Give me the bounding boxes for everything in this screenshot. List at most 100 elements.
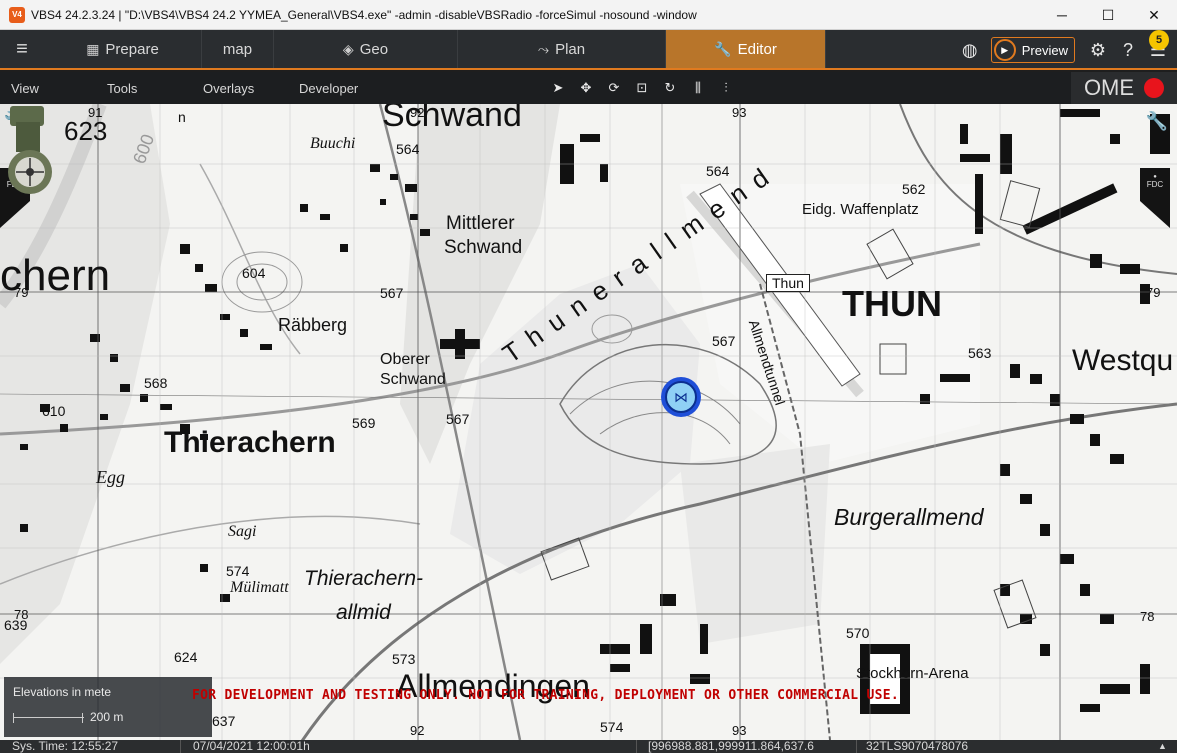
elevation-label: 562 <box>902 181 926 197</box>
ome-label: OME <box>1083 75 1135 100</box>
minimize-button[interactable]: ─ <box>1039 0 1085 30</box>
place-thun-airfield: Thun <box>766 274 810 292</box>
align-icon[interactable]: ⫼ <box>688 78 708 98</box>
right-panel-wrench-icon[interactable]: 🔧 <box>1142 106 1172 136</box>
grid-label-bottom-92: 92 <box>410 723 425 738</box>
place-mittlerer-line1: Mittlerer <box>446 213 515 234</box>
tab-plan-label: Plan <box>555 40 586 58</box>
select-cursor-icon[interactable]: ➤ <box>548 78 568 98</box>
elevation-legend-title: Elevations in mete <box>13 685 112 699</box>
place-buuchi: Buuchi <box>310 135 356 152</box>
rotate-icon[interactable]: ⟳ <box>604 78 624 98</box>
wrench-icon: 🔧 <box>714 40 732 57</box>
status-divider <box>180 740 181 753</box>
tab-editor-label: Editor <box>737 40 777 58</box>
place-schwand: Schwand <box>382 104 522 134</box>
place-burgerallmend: Burgerallmend <box>834 504 984 530</box>
tab-geo-label: Geo <box>359 40 389 58</box>
map-icon: ▦ <box>86 40 100 57</box>
resize-grip-icon[interactable]: ▲ <box>1158 740 1167 753</box>
record-indicator <box>1144 78 1165 98</box>
elevation-label: 564 <box>396 141 420 157</box>
elevation-label: 624 <box>174 649 198 665</box>
place-n: n <box>178 109 186 125</box>
place-stockhorn-arena: Stockhorn-Arena <box>856 665 969 682</box>
compass-icon[interactable] <box>0 104 64 200</box>
close-button[interactable]: ✕ <box>1131 0 1177 30</box>
tab-plan[interactable]: ⤳ Plan <box>458 30 666 68</box>
elevation-label: 563 <box>968 345 992 361</box>
mgrs-coordinates: 32TLS9070478076 <box>866 739 969 753</box>
place-allmid-line2: allmid <box>336 601 391 624</box>
elevation-label: 574 <box>600 719 624 735</box>
preview-label: Preview <box>1021 42 1068 58</box>
grid-label-top-93: 93 <box>732 105 747 120</box>
notification-badge: 5 <box>1149 30 1169 50</box>
unit-symbol-icon: ⋈ <box>665 381 697 413</box>
ome-panel[interactable]: OME <box>1071 72 1177 104</box>
status-divider <box>856 740 857 753</box>
status-bar: Sys. Time: 12:55:27 07/04/2021 12:00:01h… <box>0 740 1177 753</box>
window-title: VBS4 24.2.3.24 | "D:\VBS4\VBS4 24.2 YYME… <box>31 7 697 22</box>
preview-button[interactable]: ▶ Preview <box>990 37 1075 63</box>
app-icon: V4 <box>9 6 25 23</box>
rotate-z-icon[interactable]: ↻ <box>660 78 680 98</box>
elevation-label: 564 <box>706 163 730 179</box>
move-icon[interactable]: ✥ <box>576 78 596 98</box>
tab-editor[interactable]: 🔧 Editor <box>666 30 826 68</box>
elevation-label: 610 <box>42 403 66 419</box>
tab-geo[interactable]: ◈ Geo <box>274 30 458 68</box>
place-sagi: Sagi <box>228 523 257 540</box>
world-coordinates: [996988.881,999911.864,637.6 <box>648 739 814 753</box>
distribute-icon[interactable]: ⫶ <box>716 78 736 98</box>
gear-icon[interactable]: ⚙ <box>1083 40 1113 61</box>
elevation-legend-panel: Elevations in mete 200 m <box>4 677 212 737</box>
place-westqu: Westqu <box>1072 344 1174 377</box>
status-divider <box>636 740 637 753</box>
tab-map[interactable]: map <box>202 30 274 68</box>
plan-route-icon: ⤳ <box>537 40 550 57</box>
place-chern: chern <box>0 251 111 300</box>
place-thun: THUN <box>842 283 942 324</box>
tab-map-label: map <box>222 40 253 58</box>
editor-toolbar: View Tools Overlays Developer ➤ ✥ ⟳ ⊡ ↻ … <box>0 72 1177 104</box>
elevation-label: 637 <box>212 713 236 729</box>
elevation-label: 623 <box>64 116 108 146</box>
grid-label-right-78: 78 <box>1140 609 1155 624</box>
elevation-label: 567 <box>380 285 404 301</box>
dev-warning-text: FOR DEVELOPMENT AND TESTING ONLY. NOT FO… <box>192 688 900 703</box>
elevation-label: 568 <box>144 375 168 391</box>
place-rabberg: Räbberg <box>278 315 348 335</box>
tab-prepare[interactable]: ▦ Prepare <box>44 30 202 68</box>
main-nav: ≡ ▦ Prepare map ◈ Geo ⤳ Plan 🔧 Editor ◍ … <box>0 30 1177 70</box>
elevation-label: 567 <box>446 411 470 427</box>
window-titlebar: V4 VBS4 24.2.3.24 | "D:\VBS4\VBS4 24.2 Y… <box>0 0 1177 30</box>
sim-date: 07/04/2021 12:00:01h <box>193 739 310 753</box>
grid-label-bottom-93: 93 <box>732 723 747 738</box>
scale-value: 200 m <box>90 710 124 724</box>
menu-overlays[interactable]: Overlays <box>203 81 254 96</box>
map-view[interactable]: 91 92 93 79 78 79 78 92 93 Schwand chern… <box>0 104 1177 740</box>
hamburger-menu-icon[interactable]: ≡ <box>0 30 44 68</box>
place-oberer-line2: Schwand <box>380 371 446 388</box>
menu-developer[interactable]: Developer <box>299 81 358 96</box>
scale-icon[interactable]: ⊡ <box>632 78 652 98</box>
unit-marker[interactable]: ⋈ <box>661 377 701 417</box>
place-eidg-waffenplatz: Eidg. Waffenplatz <box>802 201 919 218</box>
grid-label-right-79: 79 <box>1146 285 1161 300</box>
help-icon[interactable]: ? <box>1113 40 1143 61</box>
menu-view[interactable]: View <box>11 81 39 96</box>
tab-prepare-label: Prepare <box>105 40 159 58</box>
elevation-label: 569 <box>352 415 376 431</box>
globe-icon[interactable]: ◍ <box>955 40 985 61</box>
maximize-button[interactable]: ☐ <box>1085 0 1131 30</box>
layers-icon: ◈ <box>342 40 354 57</box>
place-oberer-line1: Oberer <box>380 351 430 368</box>
scale-bar <box>13 713 84 723</box>
elevation-label: 574 <box>226 563 250 579</box>
fdc-label: FDC <box>1146 180 1164 189</box>
elevation-label: 570 <box>846 625 870 641</box>
menu-tools[interactable]: Tools <box>107 81 137 96</box>
place-egg: Egg <box>96 467 125 487</box>
elevation-label: 604 <box>242 265 266 281</box>
